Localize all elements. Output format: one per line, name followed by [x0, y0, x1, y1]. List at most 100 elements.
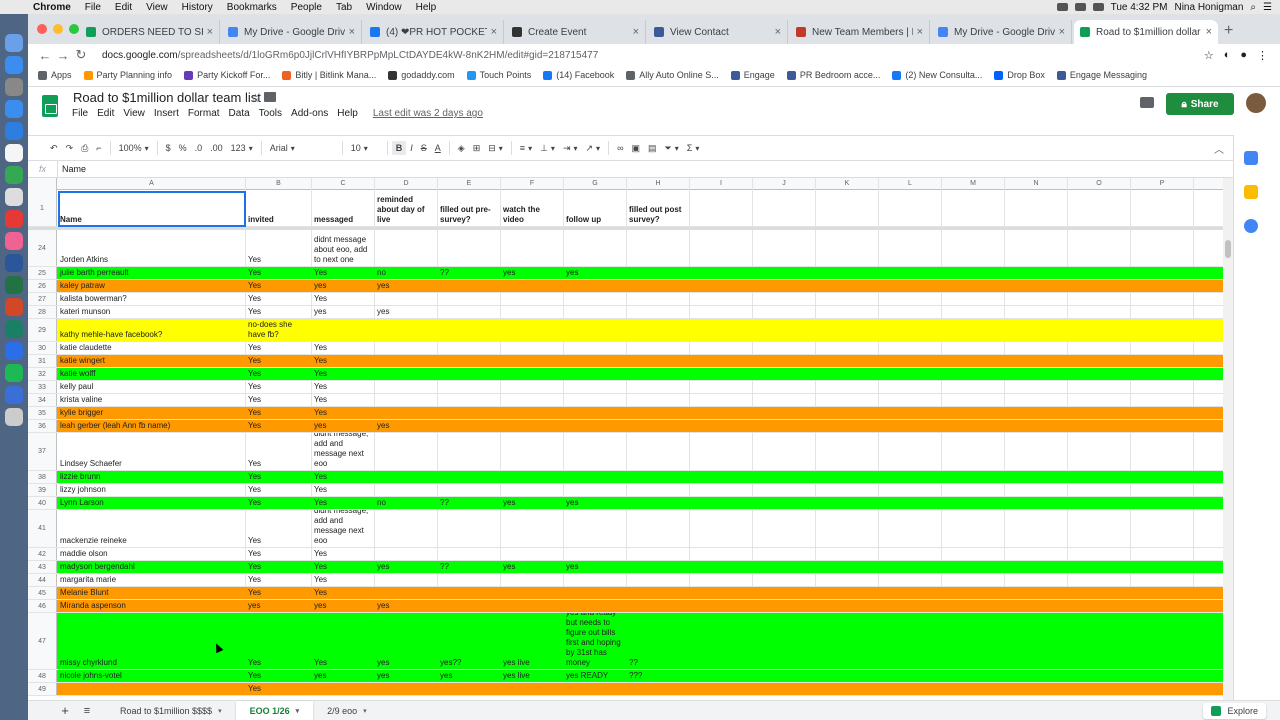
- bookmark-item[interactable]: PR Bedroom acce...: [786, 70, 880, 80]
- cell[interactable]: [816, 471, 879, 483]
- cell[interactable]: [753, 420, 816, 432]
- all-sheets-icon[interactable]: ≡: [78, 705, 96, 717]
- cell[interactable]: Yes: [246, 407, 312, 419]
- cell[interactable]: [753, 407, 816, 419]
- cell[interactable]: [1005, 190, 1068, 226]
- cell[interactable]: [501, 548, 564, 560]
- cell[interactable]: Yes: [246, 267, 312, 279]
- cell[interactable]: [690, 267, 753, 279]
- cell[interactable]: [1005, 574, 1068, 586]
- row-number[interactable]: 24: [28, 230, 57, 266]
- cell[interactable]: yes: [375, 420, 438, 432]
- cell[interactable]: [1068, 561, 1131, 573]
- cell[interactable]: [879, 280, 942, 292]
- battery-icon[interactable]: [1092, 3, 1104, 11]
- cell[interactable]: [1068, 548, 1131, 560]
- row-number[interactable]: 30: [28, 342, 57, 354]
- cell[interactable]: [1131, 587, 1194, 599]
- decrease-decimal-button[interactable]: .0: [191, 143, 207, 153]
- cell[interactable]: [942, 190, 1005, 226]
- cell[interactable]: [1005, 306, 1068, 318]
- cell[interactable]: [501, 368, 564, 380]
- column-header[interactable]: F: [501, 178, 564, 190]
- cell[interactable]: [942, 420, 1005, 432]
- cell[interactable]: [501, 306, 564, 318]
- cell[interactable]: kylie brigger: [58, 407, 246, 419]
- cell[interactable]: [690, 190, 753, 226]
- cell[interactable]: [1131, 190, 1194, 226]
- paint-format-icon[interactable]: ⌐: [92, 143, 105, 153]
- cell[interactable]: [942, 267, 1005, 279]
- cell[interactable]: [564, 548, 627, 560]
- cell[interactable]: [564, 381, 627, 393]
- menu-file[interactable]: File: [72, 108, 88, 119]
- cell[interactable]: [816, 293, 879, 305]
- cell[interactable]: [753, 574, 816, 586]
- cell[interactable]: [627, 293, 690, 305]
- cell[interactable]: [375, 394, 438, 406]
- cell[interactable]: [879, 394, 942, 406]
- cell[interactable]: [375, 381, 438, 393]
- cell[interactable]: no: [375, 497, 438, 509]
- cell[interactable]: [753, 342, 816, 354]
- currency-button[interactable]: $: [162, 143, 175, 153]
- cell[interactable]: [690, 561, 753, 573]
- excel-icon[interactable]: [5, 276, 23, 294]
- mac-menu-window[interactable]: Window: [359, 2, 409, 13]
- cell[interactable]: [564, 600, 627, 612]
- row-number[interactable]: 47: [28, 613, 57, 669]
- print-icon[interactable]: ⎙: [77, 143, 92, 154]
- mac-menu-edit[interactable]: Edit: [108, 2, 139, 13]
- cell[interactable]: [375, 484, 438, 496]
- close-icon[interactable]: ×: [633, 26, 639, 38]
- safari-icon[interactable]: [5, 56, 23, 74]
- cell[interactable]: [753, 280, 816, 292]
- cell[interactable]: [942, 561, 1005, 573]
- bookmark-item[interactable]: Party Planning info: [83, 70, 172, 80]
- cell[interactable]: [879, 587, 942, 599]
- row-number[interactable]: 1: [28, 190, 57, 226]
- cell[interactable]: messaged: [312, 190, 375, 226]
- cell[interactable]: [1005, 587, 1068, 599]
- cell[interactable]: [1005, 561, 1068, 573]
- cell[interactable]: [501, 420, 564, 432]
- fill-color-icon[interactable]: ◈: [454, 143, 469, 154]
- cell[interactable]: [879, 433, 942, 470]
- cell[interactable]: [627, 548, 690, 560]
- cell[interactable]: [1068, 433, 1131, 470]
- cell[interactable]: [438, 420, 501, 432]
- cell[interactable]: [1068, 230, 1131, 266]
- cell[interactable]: [942, 548, 1005, 560]
- cell[interactable]: [753, 368, 816, 380]
- cell[interactable]: [627, 407, 690, 419]
- cell[interactable]: [816, 587, 879, 599]
- cell[interactable]: [1131, 342, 1194, 354]
- cell[interactable]: [1068, 600, 1131, 612]
- cell[interactable]: [1131, 510, 1194, 547]
- cell[interactable]: yes READY: [564, 670, 627, 682]
- cell[interactable]: [816, 497, 879, 509]
- browser-tab[interactable]: My Drive - Google Drive ×: [222, 20, 362, 44]
- cell[interactable]: [753, 587, 816, 599]
- cell[interactable]: Yes: [312, 293, 375, 305]
- wifi-icon[interactable]: [1074, 3, 1086, 11]
- cell[interactable]: [1131, 420, 1194, 432]
- cell[interactable]: [438, 230, 501, 266]
- cell[interactable]: [942, 613, 1005, 669]
- cell[interactable]: [816, 420, 879, 432]
- cell[interactable]: [564, 683, 627, 695]
- cell[interactable]: [627, 587, 690, 599]
- cell[interactable]: [879, 600, 942, 612]
- cell[interactable]: [1005, 230, 1068, 266]
- cell[interactable]: [501, 574, 564, 586]
- cell[interactable]: [753, 600, 816, 612]
- cell[interactable]: [879, 613, 942, 669]
- cell[interactable]: [438, 471, 501, 483]
- filter-icon[interactable]: ⏷: [661, 143, 683, 154]
- cell[interactable]: krista valine: [58, 394, 246, 406]
- cell[interactable]: [1068, 510, 1131, 547]
- cell[interactable]: [942, 319, 1005, 341]
- cell[interactable]: [1068, 368, 1131, 380]
- cell[interactable]: [1131, 484, 1194, 496]
- cell[interactable]: [564, 230, 627, 266]
